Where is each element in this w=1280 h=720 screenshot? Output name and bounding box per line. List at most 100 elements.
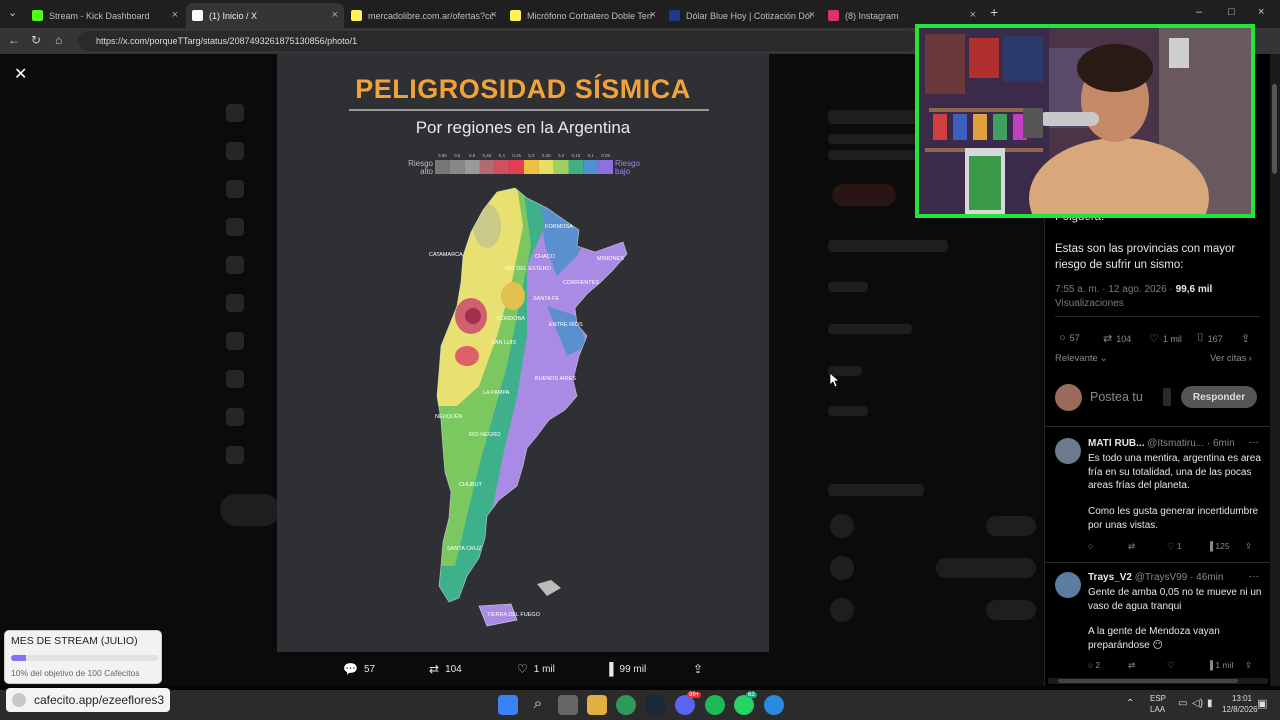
- legend-swatch: [479, 160, 495, 174]
- share-icon[interactable]: ⇪: [1245, 541, 1252, 552]
- chevron-up-icon[interactable]: ⌃: [1126, 698, 1134, 709]
- maximize-icon[interactable]: □: [1228, 6, 1235, 18]
- language-indicator[interactable]: ESP LAA: [1150, 694, 1166, 714]
- views-button[interactable]: ▐ 99 mil: [605, 662, 646, 676]
- windows-start-icon[interactable]: [498, 695, 518, 715]
- tab-dolar[interactable]: Dólar Blue Hoy | Cotización Dólar ×: [663, 3, 821, 28]
- tab-kick[interactable]: Stream - Kick Dashboard ×: [26, 3, 184, 28]
- retweet-button[interactable]: ⇄ 104: [429, 662, 462, 676]
- retweet-icon[interactable]: ⇄: [1128, 541, 1135, 552]
- reply-input[interactable]: Postea tu: [1090, 389, 1143, 405]
- more-options-icon[interactable]: ···: [1249, 571, 1259, 582]
- views-icon: ▐: [605, 662, 614, 676]
- dim-trend: [828, 324, 912, 334]
- taskbar: [0, 690, 1280, 720]
- search-icon[interactable]: ⌕: [528, 695, 548, 715]
- share-icon[interactable]: ⇪: [1245, 660, 1252, 671]
- instagram-icon: [828, 10, 839, 21]
- battery-icon[interactable]: ▮: [1207, 698, 1213, 709]
- clock[interactable]: 13:01 12/8/2026: [1222, 694, 1258, 714]
- reply-reply-button[interactable]: ○ 2: [1088, 660, 1100, 670]
- reply-icon[interactable]: ○: [1088, 541, 1093, 551]
- tweet-text: Estas son las provincias con mayor riesg…: [1055, 243, 1236, 271]
- back-icon[interactable]: ←: [8, 33, 20, 47]
- tweet-share-button[interactable]: ⇪: [1241, 332, 1254, 345]
- home-icon[interactable]: ⌂: [55, 33, 62, 47]
- minimize-icon[interactable]: –: [1196, 6, 1202, 18]
- sort-dropdown[interactable]: Relevante ⌄: [1055, 353, 1108, 364]
- dim-follow-title: [828, 484, 924, 496]
- notifications-icon[interactable]: ▣: [1257, 697, 1267, 710]
- spotify-icon[interactable]: [705, 695, 725, 715]
- tweet-reply-button[interactable]: ○ 57: [1059, 332, 1080, 344]
- url-text: https://x.com/porqueTTarg/status/2087493…: [96, 36, 358, 46]
- heart-icon[interactable]: ♡: [1167, 660, 1175, 671]
- tab-label: Stream - Kick Dashboard: [49, 10, 150, 21]
- scrollbar[interactable]: [1270, 54, 1280, 686]
- sort-label: Relevante: [1055, 353, 1098, 364]
- app-icon[interactable]: [764, 695, 784, 715]
- goal-subtitle: 10% del objetivo de 100 Cafecitos: [11, 668, 140, 678]
- tweet-reply-count: 57: [1069, 333, 1080, 343]
- close-icon[interactable]: ×: [491, 9, 497, 21]
- reply-views[interactable]: ▐ 1 mil: [1207, 660, 1233, 670]
- tab-mercadolibre[interactable]: mercadolibre.com.ar/ofertas?cont ×: [345, 3, 503, 28]
- province-label: RÍO DEL ESTERO: [505, 265, 552, 272]
- dim-follow-button: [986, 600, 1036, 620]
- close-icon[interactable]: ×: [332, 9, 338, 21]
- divider: [1045, 426, 1271, 427]
- tweet-retweet-button[interactable]: ⇄ 104: [1103, 332, 1131, 345]
- close-photo-icon[interactable]: ✕: [14, 64, 32, 83]
- tab-search-icon[interactable]: ⌄: [8, 6, 17, 19]
- legend-value-label: 0,35: [512, 153, 521, 158]
- close-icon[interactable]: ×: [970, 9, 976, 21]
- reply-button[interactable]: 💬 57: [343, 662, 375, 676]
- tweet-views-label: Visualizaciones: [1055, 298, 1124, 309]
- tweet-like-button[interactable]: ♡ 1 mil: [1149, 332, 1182, 345]
- reply-like-button[interactable]: ♡ 1: [1167, 541, 1182, 552]
- scrollbar-thumb[interactable]: [1272, 84, 1277, 174]
- close-icon[interactable]: ×: [172, 9, 178, 21]
- h-scrollbar-thumb[interactable]: [1058, 679, 1238, 683]
- dim-nav-home: [226, 104, 244, 122]
- share-button[interactable]: ⇪: [693, 662, 709, 676]
- steam-icon[interactable]: [645, 695, 665, 715]
- reply-views[interactable]: ▐ 125: [1207, 541, 1230, 551]
- reload-icon[interactable]: ↻: [31, 33, 41, 47]
- quotes-link[interactable]: Ver citas ›: [1210, 353, 1252, 364]
- discord-icon[interactable]: [675, 695, 695, 715]
- new-tab-button[interactable]: +: [990, 4, 998, 20]
- edge-browser-icon[interactable]: [616, 695, 636, 715]
- province-label: BUENOS AIRES: [535, 376, 576, 382]
- tab-microfono[interactable]: Micrófono Corbatero Doble Terral ×: [504, 3, 662, 28]
- heart-icon: ♡: [1149, 333, 1159, 345]
- reply-username: Trays_V2 @TraysV99 · 46min: [1088, 572, 1223, 583]
- close-icon[interactable]: ×: [650, 9, 656, 21]
- volume-icon[interactable]: ◁): [1192, 698, 1203, 709]
- dim-nav-lists: [226, 294, 244, 312]
- url-input[interactable]: https://x.com/porqueTTarg/status/2087493…: [78, 31, 918, 51]
- reply-submit-button[interactable]: Responder: [1181, 386, 1257, 408]
- h-scrollbar[interactable]: [1048, 678, 1268, 684]
- more-options-icon[interactable]: ···: [1249, 437, 1259, 448]
- province-label: SANTA CRUZ: [447, 546, 482, 552]
- legend-value-label: 0,1: [588, 153, 595, 158]
- legend-high-label: Riesgo alto: [408, 159, 433, 176]
- task-view-icon[interactable]: [558, 695, 578, 715]
- tweet-photo[interactable]: PELIGROSIDAD SÍSMICA Por regiones en la …: [277, 54, 769, 652]
- reply-handle: @Itsmatiru...: [1147, 438, 1205, 449]
- file-explorer-icon[interactable]: [587, 695, 607, 715]
- retweet-icon[interactable]: ⇄: [1128, 660, 1135, 671]
- window-close-icon[interactable]: ×: [1258, 6, 1264, 18]
- province-label: CHACO: [535, 254, 556, 260]
- whatsapp-icon[interactable]: [734, 695, 754, 715]
- tweet-bookmark-button[interactable]: ⌷ 167: [1197, 332, 1223, 345]
- like-button[interactable]: ♡ 1 mil: [517, 662, 555, 676]
- retweet-count: 104: [445, 663, 462, 675]
- tab-x[interactable]: (1) Inicio / X ×: [186, 3, 344, 28]
- wifi-icon[interactable]: ▭: [1178, 698, 1187, 709]
- close-icon[interactable]: ×: [809, 9, 815, 21]
- goal-progress-bar: [11, 655, 159, 661]
- legend-value-label: 0,15: [572, 153, 581, 158]
- scroll-handle[interactable]: [1163, 388, 1171, 406]
